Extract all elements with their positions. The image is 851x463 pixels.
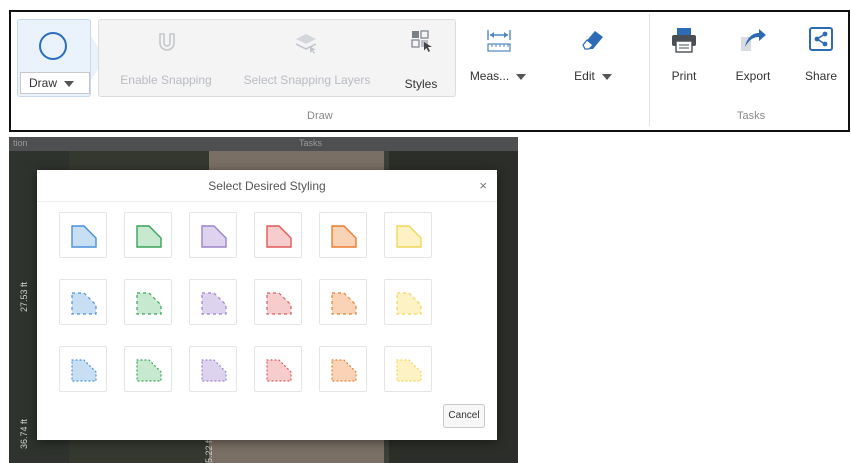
export-label: Export: [735, 69, 771, 83]
styling-dialog: Select Desired Styling × Cancel: [37, 170, 497, 440]
cancel-button[interactable]: Cancel: [443, 404, 485, 428]
share-icon: [809, 27, 833, 51]
style-swatch-yellow-dotted[interactable]: [384, 346, 432, 392]
styles-button[interactable]: Styles: [391, 20, 451, 96]
map-header-left: tion: [13, 138, 28, 148]
draw-dropdown[interactable]: Draw: [20, 72, 90, 94]
polygon-style-icon: [266, 225, 292, 248]
style-swatch-purple-solid[interactable]: [189, 212, 237, 258]
style-swatch-red-solid[interactable]: [254, 212, 302, 258]
polygon-style-icon: [266, 292, 292, 315]
polygon-style-icon: [136, 225, 162, 248]
ruler-icon: [487, 30, 511, 52]
print-button[interactable]: Print: [659, 19, 709, 97]
polygon-style-icon: [396, 359, 422, 382]
select-snapping-layers-label: Select Snapping Layers: [243, 73, 371, 87]
polygon-style-icon: [331, 359, 357, 382]
style-swatch-purple-dashed[interactable]: [189, 279, 237, 325]
export-button[interactable]: Export: [725, 19, 781, 97]
polygon-style-icon: [331, 225, 357, 248]
export-icon: [741, 29, 766, 51]
style-swatch-green-dotted[interactable]: [124, 346, 172, 392]
style-swatch-yellow-solid[interactable]: [384, 212, 432, 258]
style-swatch-orange-dashed[interactable]: [319, 279, 367, 325]
close-icon[interactable]: ×: [479, 178, 487, 193]
draw-group-label: Draw: [307, 110, 333, 122]
style-swatch-orange-dotted[interactable]: [319, 346, 367, 392]
eraser-icon: [582, 31, 603, 50]
measure-label-b: 36.74 ft: [19, 418, 29, 449]
print-label: Print: [671, 69, 697, 83]
draw-button[interactable]: Draw: [17, 19, 91, 97]
select-snapping-layers-button[interactable]: Select Snapping Layers: [231, 20, 383, 96]
edit-label: Edit: [574, 69, 595, 83]
style-swatch-green-solid[interactable]: [124, 212, 172, 258]
style-swatch-green-dashed[interactable]: [124, 279, 172, 325]
chevron-down-icon: [601, 73, 612, 80]
printer-icon: [672, 28, 696, 53]
dialog-title: Select Desired Styling: [37, 170, 497, 202]
style-swatch-purple-dotted[interactable]: [189, 346, 237, 392]
style-swatch-red-dashed[interactable]: [254, 279, 302, 325]
chevron-down-icon: [64, 80, 75, 87]
polygon-style-icon: [71, 292, 97, 315]
layers-icon: [295, 34, 317, 54]
map-header-strip: tion Tasks: [9, 137, 518, 151]
share-label: Share: [804, 69, 838, 83]
polygon-style-icon: [201, 359, 227, 382]
group-divider: [649, 14, 650, 126]
polygon-style-icon: [396, 225, 422, 248]
polygon-style-icon: [201, 292, 227, 315]
polygon-style-icon: [71, 225, 97, 248]
polygon-style-icon: [201, 225, 227, 248]
share-button[interactable]: Share: [795, 19, 847, 97]
enable-snapping-button[interactable]: Enable Snapping: [107, 20, 225, 96]
circle-draw-icon: [39, 32, 67, 60]
polygon-style-icon: [71, 359, 97, 382]
style-swatch-red-dotted[interactable]: [254, 346, 302, 392]
measure-label-a: 27.53 ft: [19, 281, 29, 312]
style-swatch-blue-solid[interactable]: [59, 212, 107, 258]
chevron-down-icon: [516, 73, 527, 80]
style-swatch-blue-dotted[interactable]: [59, 346, 107, 392]
style-swatch-orange-solid[interactable]: [319, 212, 367, 258]
style-swatch-blue-dashed[interactable]: [59, 279, 107, 325]
polygon-style-icon: [331, 292, 357, 315]
polygon-style-icon: [136, 359, 162, 382]
draw-label: Draw: [29, 76, 58, 90]
polygon-style-icon: [266, 359, 292, 382]
styles-grid-icon: [411, 30, 432, 52]
magnet-icon: [159, 33, 175, 51]
edit-button[interactable]: Edit: [559, 19, 627, 97]
enable-snapping-label: Enable Snapping: [120, 73, 212, 87]
polygon-style-icon: [136, 292, 162, 315]
tasks-group-label: Tasks: [737, 110, 766, 122]
draw-options-panel: Enable Snapping Select Snapping Layers S…: [98, 19, 456, 97]
toolbar-ribbon: Draw Enable Snapping Select Snapping Lay…: [9, 10, 850, 132]
style-swatch-yellow-dashed[interactable]: [384, 279, 432, 325]
measure-label: Meas...: [469, 69, 510, 83]
measure-label-c: 5.22 ft: [204, 437, 214, 463]
map-header-mid: Tasks: [299, 138, 323, 148]
measure-button[interactable]: Meas...: [460, 19, 536, 97]
styles-label: Styles: [404, 77, 438, 91]
polygon-style-icon: [396, 292, 422, 315]
